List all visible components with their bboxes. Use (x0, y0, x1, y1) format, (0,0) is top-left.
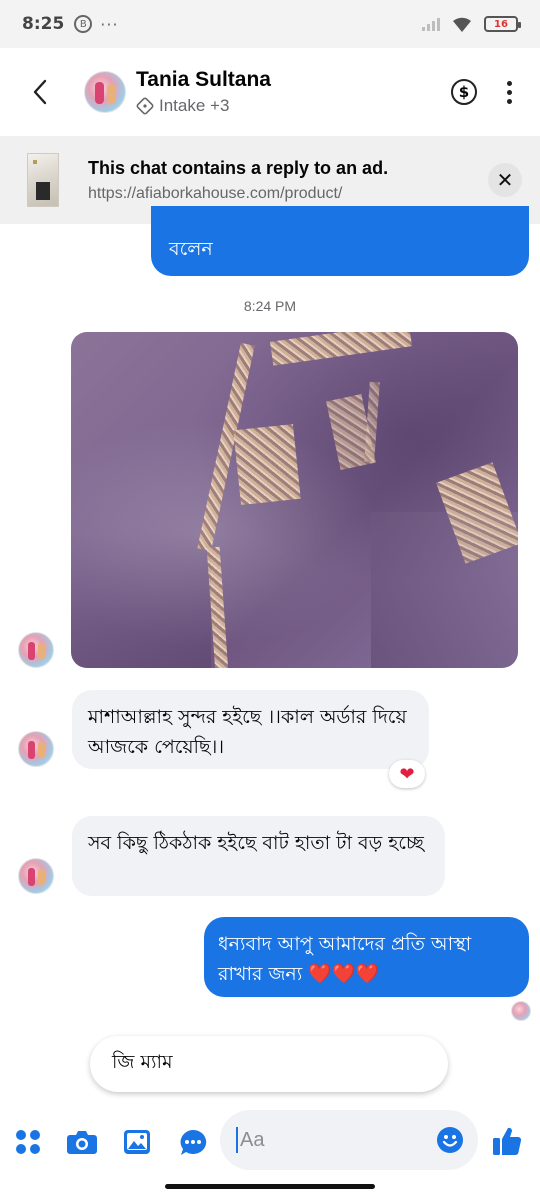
dollar-icon: $ (458, 83, 470, 101)
menu-button[interactable] (14, 1128, 42, 1156)
contact-avatar[interactable] (84, 71, 126, 113)
label-icon (136, 97, 154, 115)
message-input-placeholder: Aa (240, 1128, 265, 1151)
seen-receipt-avatar (511, 1001, 531, 1021)
contact-subtitle: Intake +3 (159, 96, 230, 115)
outgoing-message[interactable]: ধন্যবাদ আপু আমাদের প্রতি আস্থা রাখার জন্… (204, 917, 529, 997)
incoming-message[interactable]: সব কিছু ঠিকঠাক হইছে বাট হাতা টা বড় হচ্ছ… (72, 816, 445, 896)
incoming-message[interactable]: মাশাআল্লাহ সুন্দর হইছে ।।কাল অর্ডার দিয়… (72, 690, 429, 769)
chat-header: Tania Sultana Intake +3 $ (0, 48, 540, 136)
heart-icon: ❤ (399, 763, 415, 785)
chat-bubble-icon (180, 1129, 207, 1155)
text-caret (236, 1127, 238, 1153)
ad-thumbnail (27, 153, 59, 207)
contact-name[interactable]: Tania Sultana (136, 68, 271, 92)
status-bar: 8:25 B ··· 16 (0, 0, 540, 48)
thumbs-up-icon (493, 1127, 522, 1155)
notification-badge-icon: B (74, 15, 93, 33)
home-indicator[interactable] (165, 1184, 375, 1189)
contact-label[interactable]: Intake +3 (136, 96, 271, 116)
payment-button[interactable]: $ (451, 79, 477, 105)
message-timestamp: 8:24 PM (243, 298, 297, 314)
ad-banner-title: This chat contains a reply to an ad. (88, 157, 389, 178)
voice-button[interactable] (178, 1128, 208, 1158)
quick-reply-text: জি ম্যাম (112, 1051, 173, 1073)
sender-avatar[interactable] (18, 731, 54, 767)
back-button[interactable] (10, 62, 70, 122)
message-text: বলেন (169, 238, 213, 260)
sender-avatar[interactable] (18, 858, 54, 894)
quick-reply-suggestion[interactable]: জি ম্যাম (90, 1036, 448, 1092)
wifi-icon (453, 17, 471, 32)
status-time: 8:25 (22, 14, 65, 34)
chevron-left-icon (33, 79, 47, 105)
close-banner-button[interactable]: ✕ (488, 163, 522, 197)
sender-avatar[interactable] (18, 632, 54, 668)
photo-message[interactable] (71, 332, 518, 668)
emoji-button[interactable] (436, 1126, 464, 1154)
like-button[interactable] (490, 1124, 524, 1158)
heart-reaction[interactable]: ❤ (389, 760, 425, 788)
emoji-icon (437, 1127, 463, 1153)
message-composer: Aa (0, 1108, 540, 1172)
message-text: ধন্যবাদ আপু আমাদের প্রতি আস্থা রাখার জন্… (218, 933, 472, 985)
battery-icon: 16 (484, 16, 521, 32)
camera-icon (67, 1131, 97, 1154)
message-text: সব কিছু ঠিকঠাক হইছে বাট হাতা টা বড় হচ্ছ… (88, 832, 424, 854)
close-icon: ✕ (496, 168, 514, 192)
more-notifications-icon: ··· (100, 14, 119, 34)
message-text: মাশাআল্লাহ সুন্দর হইছে ।।কাল অর্ডার দিয়… (88, 706, 407, 758)
message-input[interactable]: Aa (220, 1110, 478, 1170)
ad-banner-url[interactable]: https://afiaborkahouse.com/product/ (88, 185, 388, 203)
signal-icon (422, 17, 440, 31)
camera-button[interactable] (66, 1128, 98, 1156)
image-icon (124, 1130, 150, 1154)
more-options-button[interactable] (507, 80, 512, 104)
gallery-button[interactable] (122, 1128, 152, 1156)
four-dots-icon (16, 1130, 40, 1154)
outgoing-message[interactable]: বলেন (151, 206, 529, 276)
battery-level: 16 (494, 18, 508, 30)
